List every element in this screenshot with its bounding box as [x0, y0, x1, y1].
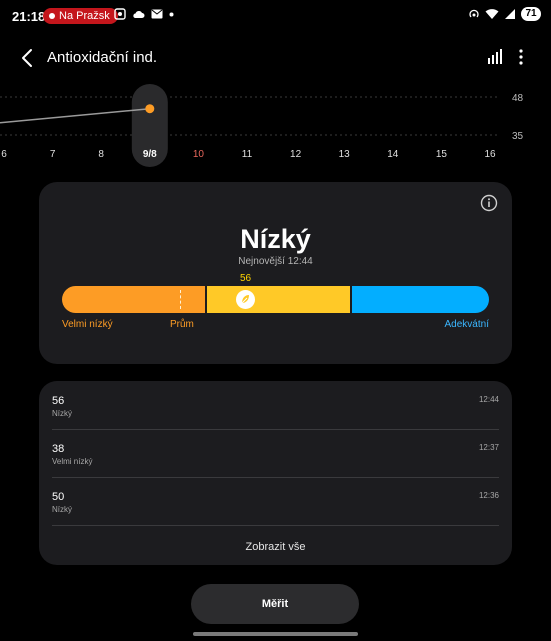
status-bar: 21:18 Na Pražsk 71	[0, 0, 551, 32]
hotspot-icon	[469, 9, 479, 18]
x-tick-label: 12	[290, 149, 302, 160]
x-tick-label: 7	[50, 149, 56, 160]
scale-segment-very-low	[62, 286, 205, 313]
average-marker-line	[180, 290, 181, 309]
reading-value: 38	[52, 443, 65, 455]
reading-value: 50	[52, 491, 65, 503]
level-scale-bar	[62, 286, 489, 313]
reading-level: Velmi nízký	[52, 457, 93, 466]
page-title: Antioxidační ind.	[47, 49, 158, 66]
latest-time: Nejnovější 12:44	[238, 256, 313, 267]
status-time: 21:18	[12, 9, 46, 24]
y-tick-label: 35	[512, 131, 524, 142]
x-tick-label: 10	[193, 149, 205, 160]
measure-button[interactable]: Měřit	[191, 584, 359, 624]
x-tick-label: 6	[1, 149, 7, 160]
level-title: Nízký	[240, 224, 311, 254]
x-tick-label: 11	[242, 149, 253, 160]
show-all-button[interactable]: Zobrazit vše	[39, 541, 512, 553]
x-tick-label: 15	[436, 149, 448, 160]
more-vertical-icon[interactable]	[511, 47, 531, 67]
reading-value: 56	[52, 395, 65, 407]
summary-card: Nízký Nejnovější 12:44 56 Velmi nízký Pr…	[39, 182, 512, 364]
info-circle-icon[interactable]	[480, 194, 498, 212]
x-tick-label: 14	[387, 149, 399, 160]
navigation-pill-label: Na Pražsk	[59, 10, 110, 22]
navigation-pill[interactable]: Na Pražsk	[43, 8, 118, 24]
app-header: Antioxidační ind.	[0, 38, 551, 78]
x-tick-label: 9/8	[143, 149, 157, 160]
location-dot-icon	[49, 13, 55, 19]
data-point	[145, 104, 155, 114]
mail-icon	[151, 9, 163, 19]
list-item[interactable]: 50 Nízký 12:36	[52, 477, 499, 526]
x-tick-label: 13	[339, 149, 351, 160]
battery-icon: 71	[521, 7, 541, 21]
reading-level: Nízký	[52, 505, 72, 514]
y-tick-label: 48	[512, 93, 524, 104]
home-indicator[interactable]	[193, 632, 358, 636]
history-list: 56 Nízký 12:44 38 Velmi nízký 12:37 50 N…	[39, 381, 512, 565]
notification-icons	[114, 8, 174, 20]
series-line	[0, 107, 150, 124]
label-adequate: Adekvátní	[444, 319, 489, 330]
reading-time: 12:37	[478, 443, 499, 452]
scan-icon	[114, 8, 126, 20]
current-value-label: 56	[240, 273, 252, 284]
label-average: Prům	[170, 319, 194, 330]
trend-chart-svg: 48 35 6 7 8 9/8 10 11 12 13 14 15 16	[0, 84, 524, 167]
current-value-marker	[236, 290, 256, 309]
scale-segment-low	[207, 286, 350, 313]
list-item[interactable]: 56 Nízký 12:44	[52, 381, 499, 430]
reading-level: Nízký	[52, 409, 72, 418]
cloud-icon	[133, 11, 145, 18]
leaf-icon	[240, 295, 250, 305]
list-item[interactable]: 38 Velmi nízký 12:37	[52, 429, 499, 478]
scale-segment-adequate	[352, 286, 489, 313]
signal-icon	[505, 9, 515, 19]
chevron-left-icon[interactable]	[16, 46, 40, 70]
dot-icon	[169, 12, 174, 16]
trend-chart[interactable]: 48 35 6 7 8 9/8 10 11 12 13 14 15 16	[0, 80, 551, 170]
system-icons: 71	[468, 7, 541, 21]
x-tick-label: 16	[484, 149, 496, 160]
bar-chart-icon[interactable]	[485, 47, 505, 67]
label-very-low: Velmi nízký	[62, 319, 113, 330]
reading-time: 12:44	[478, 395, 499, 404]
wifi-icon	[485, 9, 499, 19]
reading-time: 12:36	[478, 491, 499, 500]
x-tick-label: 8	[98, 149, 104, 160]
